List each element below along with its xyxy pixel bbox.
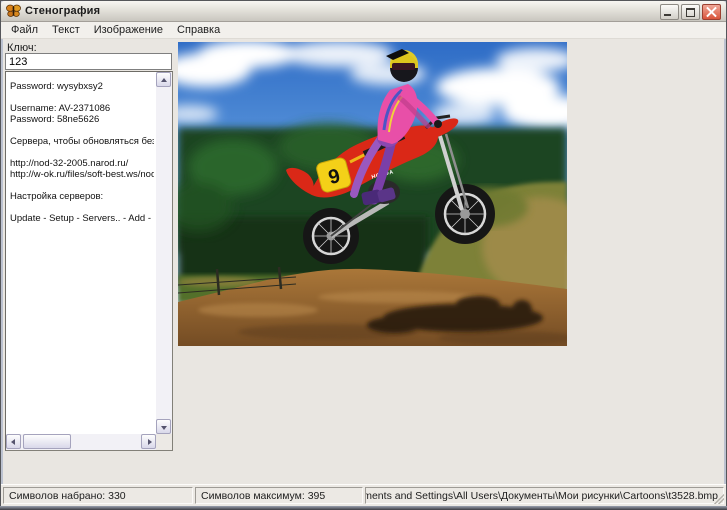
text-line: [10, 180, 154, 191]
text-line: Настройка серверов:: [10, 191, 154, 202]
text-line: Сервера, чтобы обновляться без ввода пар…: [10, 136, 154, 147]
scrollbar-corner: [156, 434, 172, 450]
scroll-down-icon: [161, 426, 167, 430]
text-line: Password: wysybxsy2: [10, 81, 154, 92]
text-line: http://w-ok.ru/files/soft-best.ws/nod32u…: [10, 169, 154, 180]
vertical-scrollbar[interactable]: [156, 72, 172, 434]
status-bar: Символов набрано: 330 Символов максимум:…: [1, 484, 726, 506]
scroll-right-button[interactable]: [141, 434, 156, 449]
menu-item[interactable]: Файл: [4, 23, 45, 37]
window-frame-bottom: [0, 506, 727, 510]
scroll-down-button[interactable]: [156, 419, 171, 434]
app-window: Стенография ФайлТекстИзображениеСправка …: [0, 0, 727, 510]
text-line: Username: AV-2371086: [10, 103, 154, 114]
key-input[interactable]: [5, 53, 172, 70]
maximize-icon: [686, 8, 695, 17]
title-bar[interactable]: Стенография: [1, 1, 726, 22]
scroll-left-button[interactable]: [6, 434, 21, 449]
status-chars-typed: Символов набрано: 330: [3, 487, 193, 504]
message-textarea[interactable]: Password: wysybxsy2 Username: AV-2371086P…: [5, 71, 173, 451]
close-icon: [703, 5, 720, 19]
butterfly-app-icon: [6, 4, 21, 18]
scroll-up-button[interactable]: [156, 72, 171, 87]
resize-grip[interactable]: [714, 494, 724, 504]
text-line: Update - Setup - Servers.. - Add - встав…: [10, 213, 154, 224]
menu-bar: ФайлТекстИзображениеСправка: [1, 22, 726, 39]
horizontal-scrollbar[interactable]: [6, 434, 156, 450]
maximize-button[interactable]: [681, 4, 700, 20]
motocross-photo: 9 HONDA: [178, 42, 567, 346]
minimize-icon: [664, 14, 671, 16]
text-line: [10, 125, 154, 136]
close-button[interactable]: [702, 4, 721, 20]
status-working-file: Рабочий файл: C:\Documents and Settings\…: [365, 487, 724, 504]
text-line: [10, 202, 154, 213]
text-line: Password: 58ne5626: [10, 114, 154, 125]
motocross-photo-canvas: 9 HONDA: [178, 42, 567, 346]
scroll-right-icon: [148, 439, 152, 445]
text-line: [10, 147, 154, 158]
status-chars-max: Символов максимум: 395: [195, 487, 363, 504]
menu-item[interactable]: Справка: [170, 23, 227, 37]
minimize-button[interactable]: [660, 4, 679, 20]
scroll-left-icon: [11, 439, 15, 445]
text-line: [10, 92, 154, 103]
menu-item[interactable]: Изображение: [87, 23, 170, 37]
menu-item[interactable]: Текст: [45, 23, 87, 37]
text-line: http://nod-32-2005.narod.ru/: [10, 158, 154, 169]
message-lines: Password: wysybxsy2 Username: AV-2371086P…: [10, 81, 154, 432]
scroll-up-icon: [161, 78, 167, 82]
window-title: Стенография: [25, 5, 100, 17]
horizontal-scroll-thumb[interactable]: [23, 434, 71, 449]
